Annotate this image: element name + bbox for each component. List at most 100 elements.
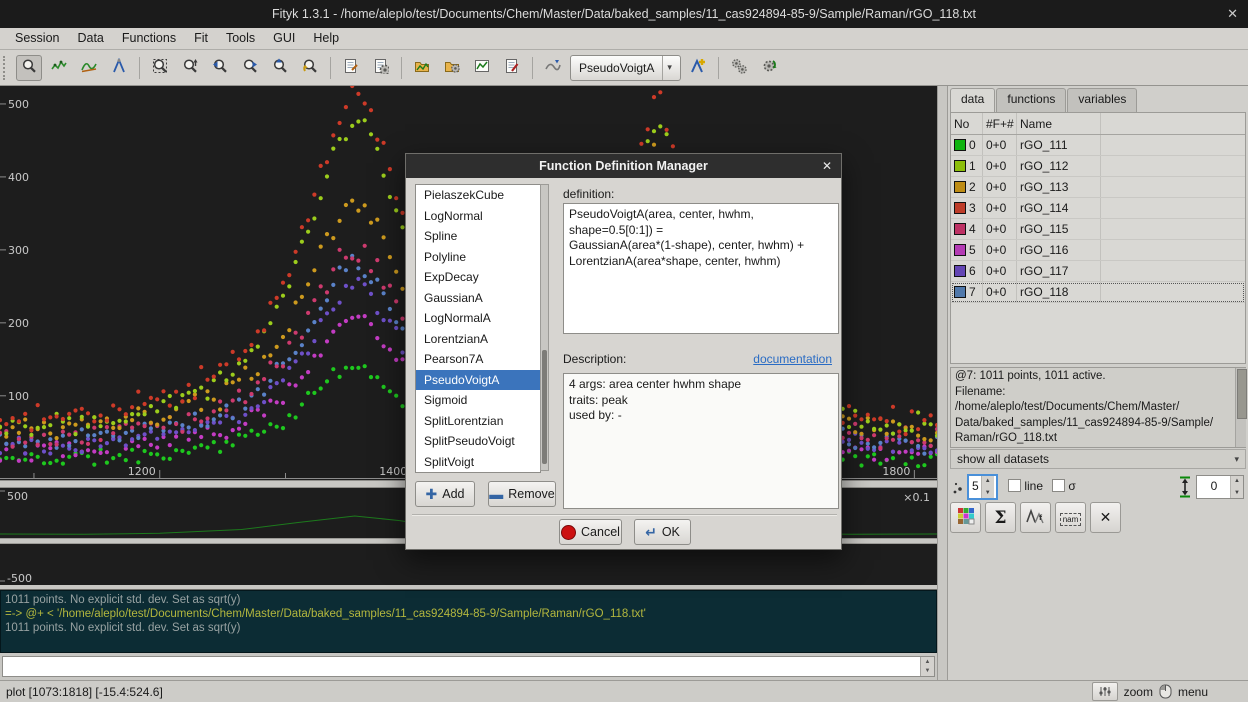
menu-functions[interactable]: Functions [113, 28, 185, 49]
table-row[interactable]: 70+0rGO_118 [951, 282, 1245, 303]
scroll-up-button[interactable] [267, 55, 293, 81]
mode-baseline-button[interactable] [76, 55, 102, 81]
zoom-previous-button[interactable] [297, 55, 323, 81]
cancel-button[interactable]: Cancel [559, 519, 622, 545]
function-list-item[interactable]: SplitPseudoVoigt [416, 431, 540, 452]
checkbox-icon[interactable] [1052, 479, 1065, 492]
close-panel-button[interactable]: ✕ [1090, 502, 1121, 533]
dialog-close-button[interactable]: ✕ [822, 154, 832, 178]
function-list-item[interactable]: Sigmoid [416, 390, 540, 411]
sigma-checkbox[interactable]: σ [1052, 479, 1076, 493]
add-function-button[interactable] [685, 55, 711, 81]
table-row[interactable]: 60+0rGO_117 [951, 261, 1245, 282]
menu-session[interactable]: Session [6, 28, 68, 49]
point-size-spinner[interactable]: 5 ▲▼ [968, 475, 997, 499]
dataset-filter-dropdown[interactable]: show all datasets ▾ [950, 449, 1246, 469]
dataset-color-swatch[interactable] [954, 265, 966, 277]
data-point [312, 268, 316, 272]
fit-settings-button[interactable] [756, 55, 782, 81]
function-list-item[interactable]: LorentzianA [416, 329, 540, 350]
dataset-color-swatch[interactable] [954, 202, 966, 214]
definition-textarea[interactable]: PseudoVoigtA(area, center, hwhm, shape=0… [563, 203, 839, 334]
dataset-color-swatch[interactable] [954, 181, 966, 193]
function-list-item[interactable]: PseudoVoigtA [416, 370, 540, 391]
ok-button[interactable]: ↵OK [634, 519, 691, 545]
script-editor-button[interactable] [338, 55, 364, 81]
save-plot-button[interactable] [469, 55, 495, 81]
dataset-info-box[interactable]: @7: 1011 points, 1011 active. Filename: … [950, 367, 1246, 448]
command-history-scroll[interactable]: ▲▼ [920, 657, 934, 676]
dataset-color-swatch[interactable] [954, 244, 966, 256]
function-list-item[interactable]: Spline [416, 226, 540, 247]
dataset-color-swatch[interactable] [954, 139, 966, 151]
function-list-item[interactable]: Polyline [416, 247, 540, 268]
info-scrollbar[interactable] [1235, 368, 1246, 447]
spinner-arrows[interactable]: ▲▼ [981, 476, 994, 498]
window-close-button[interactable]: ✕ [1227, 0, 1238, 28]
function-list-item[interactable]: LogNormal [416, 206, 540, 227]
menu-help[interactable]: Help [304, 28, 348, 49]
table-row[interactable]: 00+0rGO_111 [951, 135, 1245, 156]
tab-functions[interactable]: functions [996, 88, 1066, 112]
checkbox-icon[interactable] [1008, 479, 1021, 492]
table-row[interactable]: 10+0rGO_112 [951, 156, 1245, 177]
dataset-color-swatch[interactable] [954, 160, 966, 172]
function-list-item[interactable]: PielaszekCube [416, 185, 540, 206]
function-list-item[interactable]: LogNormalA [416, 308, 540, 329]
status-config-button[interactable] [1092, 682, 1118, 701]
table-row[interactable]: 40+0rGO_115 [951, 219, 1245, 240]
dataset-color-swatch[interactable] [954, 223, 966, 235]
session-settings-button[interactable] [368, 55, 394, 81]
function-list-item[interactable]: GaussianA [416, 288, 540, 309]
open-data-button[interactable] [409, 55, 435, 81]
tab-variables[interactable]: variables [1067, 88, 1137, 112]
function-list-item[interactable]: ExpDecay [416, 267, 540, 288]
add-button[interactable]: ✚Add [415, 481, 475, 507]
add-function-icon [690, 58, 706, 77]
command-input[interactable] [3, 657, 920, 676]
tab-data[interactable]: data [950, 88, 995, 112]
toolbar-grip[interactable] [3, 56, 10, 80]
spinner-arrows[interactable]: ▲▼ [1230, 476, 1243, 498]
view-log-button[interactable] [499, 55, 525, 81]
zoom-all-button[interactable] [147, 55, 173, 81]
mode-add-peak-button[interactable] [106, 55, 132, 81]
function-list-item[interactable]: SplitLorentzian [416, 411, 540, 432]
function-list[interactable]: PielaszekCubeLogNormalSplinePolylineExpD… [415, 184, 541, 473]
run-fit-button[interactable] [726, 55, 752, 81]
dataset-color-swatch[interactable] [954, 286, 966, 298]
function-list-item[interactable]: SplitVoigt [416, 452, 540, 473]
y-shift-spinner[interactable]: 0 ▲▼ [1196, 475, 1244, 499]
sum-button[interactable]: Σ [985, 502, 1016, 533]
function-type-combobox[interactable]: PseudoVoigtA ▾ [570, 55, 681, 81]
documentation-link[interactable]: documentation [753, 352, 832, 366]
mode-data-range-button[interactable] [46, 55, 72, 81]
line-checkbox[interactable]: line [1008, 479, 1043, 493]
scroll-right-button[interactable] [237, 55, 263, 81]
function-list-item[interactable]: Pearson7A [416, 349, 540, 370]
fit-vertical-icon[interactable] [1178, 476, 1192, 498]
mode-zoom-button[interactable] [16, 55, 42, 81]
zoom-vertical-button[interactable] [177, 55, 203, 81]
table-row[interactable]: 20+0rGO_113 [951, 177, 1245, 198]
data-point [111, 403, 115, 407]
menu-fit[interactable]: Fit [185, 28, 217, 49]
name-labels-button[interactable]: nam [1055, 502, 1086, 533]
scroll-left-button[interactable] [207, 55, 233, 81]
menu-data[interactable]: Data [68, 28, 112, 49]
table-row[interactable]: 30+0rGO_114 [951, 198, 1245, 219]
title-bar[interactable]: Fityk 1.3.1 - /home/aleplo/test/Document… [0, 0, 1248, 28]
output-console[interactable]: 1011 points. No explicit std. dev. Set a… [0, 590, 937, 653]
functions-peaks-button[interactable]: f [1020, 502, 1051, 533]
open-data-custom-button[interactable] [439, 55, 465, 81]
dataset-colors-button[interactable] [950, 502, 981, 533]
function-list-scrollbar[interactable] [540, 184, 549, 471]
data-transform-button[interactable] [540, 55, 566, 81]
menu-tools[interactable]: Tools [217, 28, 264, 49]
panel-splitter[interactable] [937, 86, 948, 680]
remove-button[interactable]: ▬Remove [488, 481, 556, 507]
table-row[interactable]: 50+0rGO_116 [951, 240, 1245, 261]
dialog-title-bar[interactable]: Function Definition Manager ✕ [406, 154, 841, 178]
aux-plot-2[interactable]: -500 [0, 544, 937, 585]
menu-gui[interactable]: GUI [264, 28, 304, 49]
